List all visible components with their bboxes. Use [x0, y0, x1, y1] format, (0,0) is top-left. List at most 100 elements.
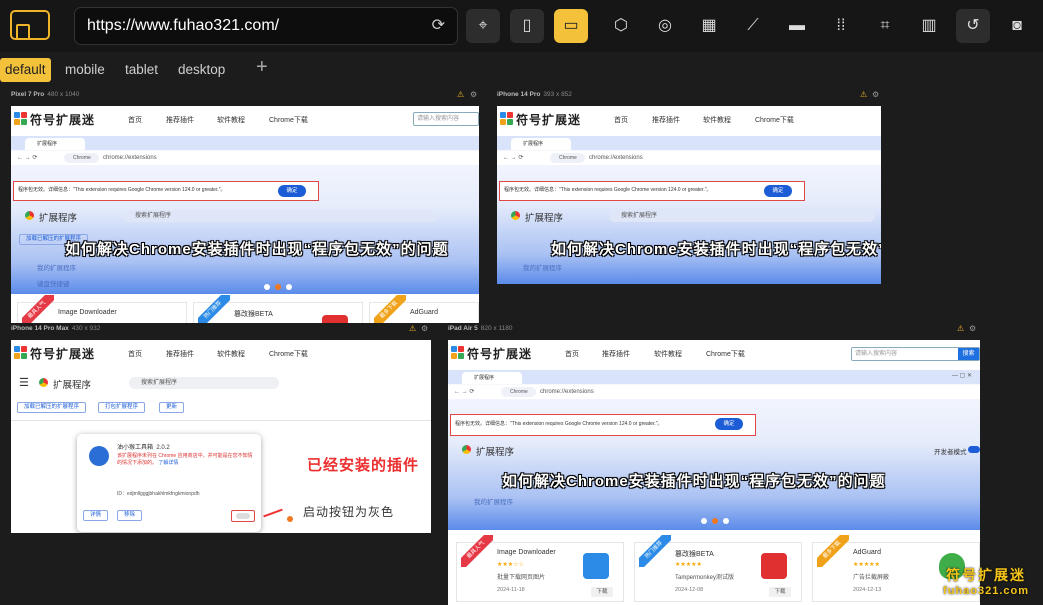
- search-input[interactable]: 请输入搜索内容 搜索: [851, 347, 980, 361]
- warning-icon[interactable]: ⚠: [457, 90, 464, 99]
- card-title: Image Downloader: [58, 309, 117, 316]
- scrollbar-icon[interactable]: ▬: [780, 9, 814, 43]
- chrome-address: ← → ⟳ Chrome chrome://extensions: [448, 385, 980, 399]
- download-button[interactable]: 下载: [591, 587, 613, 597]
- tab-desktop[interactable]: desktop: [178, 58, 225, 82]
- card-desc: 批量下载网页图片: [497, 575, 546, 581]
- carousel-dots[interactable]: [264, 284, 294, 290]
- nav-chrome[interactable]: Chrome下载: [269, 349, 308, 359]
- ruler-icon[interactable]: ⟋: [736, 9, 770, 43]
- ok-button[interactable]: 确定: [278, 185, 306, 197]
- ext-card[interactable]: 热门推荐 篡改猴BETA ★★★★★ Tampermonkey测试版 2024-…: [634, 535, 802, 602]
- ext-card[interactable]: 最具人气 Image Downloader ★★★☆☆ 批量下载网页图片 202…: [456, 535, 624, 602]
- warning-icon[interactable]: ⚠: [409, 324, 416, 333]
- overlap-circles-icon[interactable]: ◎: [648, 9, 682, 43]
- site-logo-icon: [451, 346, 464, 359]
- rotate-icon[interactable]: ↺: [956, 9, 990, 43]
- device-frame-ipad[interactable]: 符号扩展迷 首页 推荐插件 软件教程 Chrome下载 请输入搜索内容 搜索 扩展…: [448, 340, 980, 605]
- search-button[interactable]: 搜索: [958, 348, 979, 360]
- nav-tutorial[interactable]: 软件教程: [217, 115, 245, 125]
- device-dim: 393 x 852: [543, 91, 572, 98]
- gear-icon[interactable]: ⚙: [421, 324, 428, 333]
- error-message: 程序包无效。详细信息："This extension requires Goog…: [13, 181, 319, 201]
- cube-icon[interactable]: ⬡: [604, 9, 638, 43]
- warning-icon[interactable]: ⚠: [860, 90, 867, 99]
- mirror-panels-icon[interactable]: ▥: [912, 9, 946, 43]
- dev-mode-toggle[interactable]: [968, 446, 980, 453]
- nav-tutorial[interactable]: 软件教程: [654, 349, 682, 359]
- camera-icon[interactable]: ◙: [1000, 9, 1034, 43]
- learn-more-link[interactable]: 了解详情: [158, 460, 178, 466]
- extension-search[interactable]: 搜索扩展程序: [609, 210, 875, 222]
- watermark: 符号扩展迷 fuhao321.com: [943, 565, 1029, 597]
- disabled-toggle[interactable]: [236, 513, 250, 519]
- search-input[interactable]: 请输入搜索内容: [413, 112, 479, 126]
- my-extensions[interactable]: 我的扩展程序: [523, 262, 562, 272]
- tab-default[interactable]: default: [0, 58, 51, 82]
- tab-mobile[interactable]: mobile: [65, 58, 105, 82]
- device-frame-iphone14pro[interactable]: 符号扩展迷 首页 推荐插件 软件教程 Chrome下载 扩展程序 ← → ⟳ Ch…: [497, 106, 881, 284]
- extensions-title: 扩展程序: [24, 210, 77, 224]
- window-controls-icon[interactable]: — ▢ ✕: [952, 372, 972, 379]
- card-date: 2024-11-18: [497, 587, 525, 593]
- banner[interactable]: 扩展程序 ← → ⟳ Chrome chrome://extensions 程序包无…: [11, 136, 479, 294]
- grid-icon[interactable]: ▦: [692, 9, 726, 43]
- nav-recommend[interactable]: 推荐插件: [166, 349, 194, 359]
- ext-card[interactable]: 最多下载 AdGuard: [369, 295, 479, 323]
- nav-home[interactable]: 首页: [565, 349, 579, 359]
- menu-icon[interactable]: ☰: [19, 376, 29, 389]
- device-frame-pixel[interactable]: 符号扩展迷 首页 推荐插件 软件教程 Chrome下载 请输入搜索内容 扩展程序…: [11, 106, 479, 323]
- carousel-dots[interactable]: [701, 518, 731, 524]
- update-button[interactable]: 更新: [159, 402, 185, 413]
- nav-recommend[interactable]: 推荐插件: [652, 115, 680, 125]
- tab-tablet[interactable]: tablet: [125, 58, 158, 82]
- nav-recommend[interactable]: 推荐插件: [602, 349, 630, 359]
- focus-frame-icon[interactable]: ⌗: [868, 9, 902, 43]
- ext-card[interactable]: 最具人气 Image Downloader: [17, 295, 187, 323]
- nav-chrome[interactable]: Chrome下载: [755, 115, 794, 125]
- warning-icon[interactable]: ⚠: [957, 324, 964, 333]
- ext-card[interactable]: 热门推荐 篡改猴BETA: [193, 295, 363, 323]
- gear-icon[interactable]: ⚙: [872, 90, 879, 99]
- banner[interactable]: 扩展程序 ← → ⟳ Chrome chrome://extensions 程序包无…: [497, 136, 881, 284]
- extension-search[interactable]: 搜索扩展程序: [123, 210, 437, 222]
- nav-home[interactable]: 首页: [128, 349, 142, 359]
- remove-button[interactable]: 移除: [117, 510, 143, 521]
- nav-chrome[interactable]: Chrome下载: [269, 115, 308, 125]
- tampermonkey-icon: [761, 553, 787, 579]
- ribbon: 最多下载: [374, 295, 406, 323]
- pack-extension-button[interactable]: 打包扩展程序: [98, 402, 146, 413]
- reload-icon[interactable]: ⟳: [432, 8, 445, 44]
- nav-tutorial[interactable]: 软件教程: [703, 115, 731, 125]
- url-input[interactable]: https://www.fuhao321.com/ ⟳: [74, 7, 458, 45]
- mobile-device-icon[interactable]: ▯: [510, 9, 544, 43]
- search-placeholder: 请输入搜索内容: [855, 351, 898, 357]
- keyboard-shortcuts[interactable]: 键盘快捷键: [37, 278, 70, 288]
- load-unpacked-button[interactable]: 加载已解压的扩展程序: [17, 402, 87, 413]
- nav-recommend[interactable]: 推荐插件: [166, 115, 194, 125]
- extension-search[interactable]: 搜索扩展程序: [129, 377, 279, 389]
- gear-icon[interactable]: ⚙: [470, 90, 477, 99]
- banner[interactable]: 扩展程序 — ▢ ✕ ← → ⟳ Chrome chrome://extensions…: [448, 370, 980, 530]
- extension-name: 油小猴工具箱 2.0.2: [117, 442, 170, 451]
- my-extensions[interactable]: 我的扩展程序: [474, 496, 513, 506]
- responsive-devices-icon[interactable]: ▭: [554, 9, 588, 43]
- nav-home[interactable]: 首页: [614, 115, 628, 125]
- extension-card[interactable]: 油小猴工具箱 2.0.2 该扩展程序未列在 Chrome 应用商店中，并可能是在…: [77, 434, 261, 532]
- nav-chrome[interactable]: Chrome下载: [706, 349, 745, 359]
- nav-home[interactable]: 首页: [128, 115, 142, 125]
- inspect-pointer-icon[interactable]: ⌖: [466, 9, 500, 43]
- dots-grid-icon[interactable]: ⁞⁞: [824, 9, 858, 43]
- app-logo-icon: [10, 10, 50, 40]
- gear-icon[interactable]: ⚙: [969, 324, 976, 333]
- dev-mode-label: 开发者模式: [934, 449, 967, 456]
- add-tab-button[interactable]: +: [256, 56, 268, 79]
- site-name: 符号扩展迷: [30, 113, 96, 127]
- device-frame-iphone14promax[interactable]: 符号扩展迷 首页 推荐插件 软件教程 Chrome下载 ☰ 扩展程序 搜索扩展程…: [11, 340, 431, 533]
- download-button[interactable]: 下载: [769, 587, 791, 597]
- my-extensions[interactable]: 我的扩展程序: [37, 262, 76, 272]
- details-button[interactable]: 详情: [83, 510, 109, 521]
- ok-button[interactable]: 确定: [715, 418, 743, 430]
- ok-button[interactable]: 确定: [764, 185, 792, 197]
- nav-tutorial[interactable]: 软件教程: [217, 349, 245, 359]
